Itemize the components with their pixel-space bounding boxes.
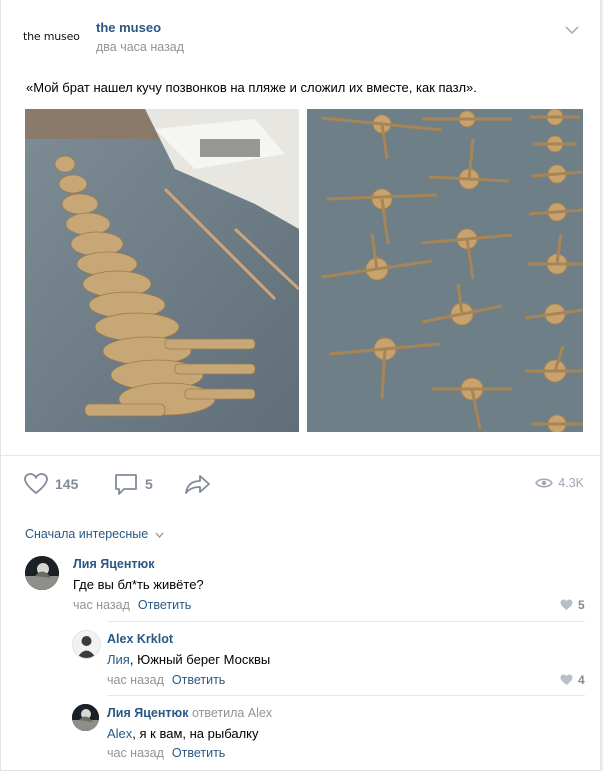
comment-count: 5 xyxy=(145,476,153,492)
avatar-image xyxy=(25,556,59,590)
comment-like-count: 4 xyxy=(578,673,585,687)
reply-mention-link[interactable]: Alex xyxy=(107,726,132,741)
comment-text-body: , я к вам, на рыбалку xyxy=(132,726,259,741)
spine-photo-image xyxy=(25,109,299,432)
chevron-down-icon[interactable] xyxy=(564,22,580,38)
avatar-image xyxy=(73,631,100,658)
comment-item: Alex Krklot Лия, Южный берег Москвы час … xyxy=(1,625,602,691)
comment-author[interactable]: Лия Яцентюк xyxy=(73,557,154,571)
share-icon xyxy=(185,475,210,494)
comment-icon xyxy=(115,474,137,495)
post-photo-spine[interactable] xyxy=(25,109,299,432)
post-author-link[interactable]: the museo xyxy=(96,20,161,35)
replied-to-label[interactable]: ответила Alex xyxy=(192,706,272,720)
comment-like-count: 5 xyxy=(578,598,585,612)
comment-text: Лия, Южный берег Москвы xyxy=(107,652,270,667)
avatar[interactable] xyxy=(72,630,101,659)
avatar[interactable] xyxy=(25,556,59,590)
comment-author: Лия Яцентюк ответила Alex xyxy=(107,706,272,720)
comment-time[interactable]: час назад xyxy=(73,598,130,612)
heart-icon xyxy=(24,473,48,495)
comment-author[interactable]: Alex Krklot xyxy=(107,632,173,646)
heart-icon xyxy=(560,674,573,685)
views-counter: 4.3K xyxy=(535,476,584,490)
comment-button[interactable]: 5 xyxy=(113,472,153,496)
heart-icon xyxy=(560,599,573,610)
reply-button[interactable]: Ответить xyxy=(138,598,191,612)
share-button[interactable] xyxy=(184,472,212,496)
eye-icon xyxy=(535,478,554,488)
like-count: 145 xyxy=(55,476,79,492)
comment-meta: час назад Ответить xyxy=(107,746,225,760)
comment-meta: час назад Ответить xyxy=(107,673,225,687)
post-card: the museo the museo два часа назад «Мой … xyxy=(0,0,602,771)
reply-button[interactable]: Ответить xyxy=(172,746,225,760)
post-photo-vertebrae[interactable] xyxy=(307,109,583,432)
vertebrae-photo-image xyxy=(307,109,583,432)
comment-like-button[interactable]: 4 xyxy=(560,673,585,687)
views-count: 4.3K xyxy=(558,476,584,490)
divider xyxy=(107,621,585,622)
comment-meta: час назад Ответить xyxy=(73,598,191,612)
post-actions-bar: 145 5 4.3K xyxy=(1,455,602,512)
comment-author-link[interactable]: Лия Яцентюк xyxy=(107,706,188,720)
comment-text: Alex, я к вам, на рыбалку xyxy=(107,726,259,741)
comment-text-body: , Южный берег Москвы xyxy=(129,652,271,667)
comment-text: Где вы бл*ть живёте? xyxy=(73,577,204,592)
reply-mention-link[interactable]: Лия xyxy=(107,652,130,667)
comment-time[interactable]: час назад xyxy=(107,746,164,760)
reply-button[interactable]: Ответить xyxy=(172,673,225,687)
divider xyxy=(107,695,585,696)
comment-time[interactable]: час назад xyxy=(107,673,164,687)
sort-label: Сначала интересные xyxy=(25,527,149,541)
avatar-image xyxy=(72,704,99,731)
comment-item: Лия Яцентюк Где вы бл*ть живёте? час наз… xyxy=(1,550,602,620)
comments-sort-dropdown[interactable]: Сначала интересные xyxy=(25,527,164,541)
community-logo[interactable]: the museo xyxy=(23,30,80,43)
like-button[interactable]: 145 xyxy=(23,472,78,496)
post-time[interactable]: два часа назад xyxy=(96,40,184,54)
comment-like-button[interactable]: 5 xyxy=(560,598,585,612)
avatar[interactable] xyxy=(72,704,99,731)
comment-item: Лия Яцентюк ответила Alex Alex, я к вам,… xyxy=(1,699,602,771)
chevron-down-icon xyxy=(155,532,164,538)
post-header: the museo the museo два часа назад xyxy=(1,0,602,68)
post-text: «Мой брат нашел кучу позвонков на пляже … xyxy=(26,80,477,95)
